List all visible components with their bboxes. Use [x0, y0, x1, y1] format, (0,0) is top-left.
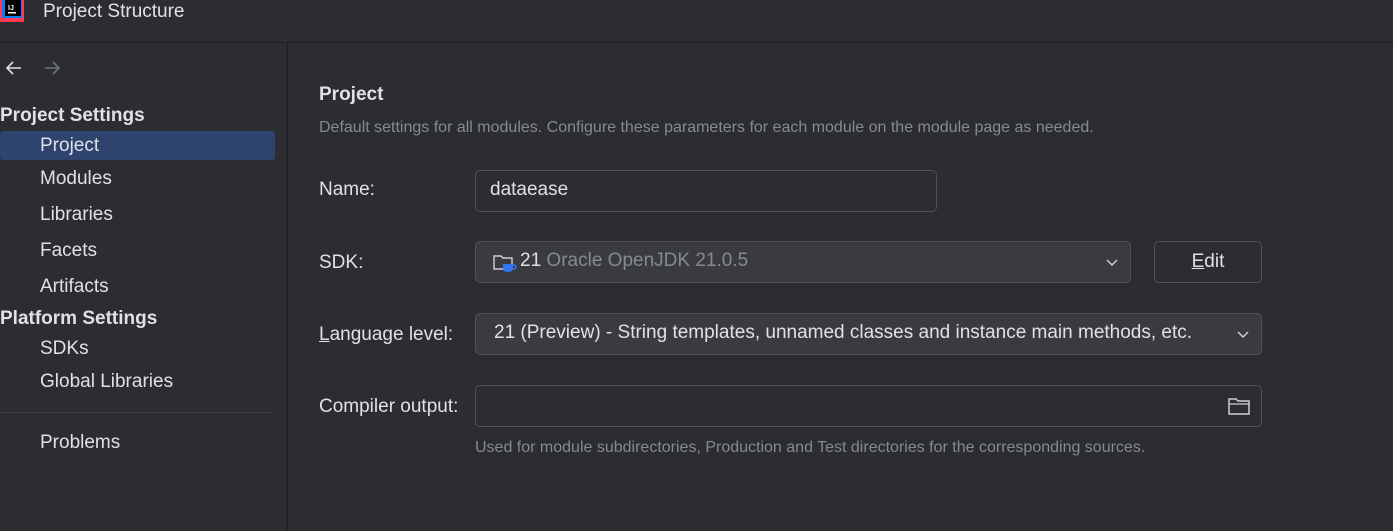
jdk-folder-icon — [493, 255, 517, 272]
sidebar-item-label: Facets — [40, 240, 98, 261]
language-level-dropdown[interactable]: 21 (Preview) - String templates, unnamed… — [475, 313, 1262, 355]
sidebar-divider — [0, 412, 272, 413]
sidebar-item-modules[interactable]: Modules — [0, 164, 275, 193]
sidebar-item-label: Global Libraries — [40, 371, 174, 392]
page-title: Project — [319, 84, 384, 105]
compiler-output-field[interactable] — [475, 385, 1262, 427]
chevron-down-icon — [1106, 259, 1118, 267]
project-settings-panel: Project Default settings for all modules… — [288, 43, 1393, 531]
arrow-right-icon[interactable] — [41, 57, 63, 79]
compiler-output-hint: Used for module subdirectories, Producti… — [475, 439, 1146, 456]
sidebar-item-label: Artifacts — [40, 276, 109, 297]
sdk-dropdown[interactable]: 21 Oracle OpenJDK 21.0.5 — [475, 241, 1131, 283]
name-label: Name: — [319, 179, 375, 200]
sidebar-item-global-libraries[interactable]: Global Libraries — [0, 367, 275, 396]
page-description: Default settings for all modules. Config… — [319, 119, 1094, 136]
sdk-major-version: 21 — [520, 250, 542, 271]
platform-settings-heading: Platform Settings — [0, 308, 158, 329]
sidebar-item-label: Modules — [40, 168, 112, 189]
folder-icon[interactable] — [1227, 396, 1251, 416]
sidebar: Project Settings Project Modules Librari… — [0, 43, 288, 531]
sidebar-item-artifacts[interactable]: Artifacts — [0, 272, 275, 301]
sidebar-item-label: SDKs — [40, 338, 89, 359]
intellij-idea-icon: IJ — [0, 0, 24, 22]
sidebar-item-project[interactable]: Project — [0, 131, 275, 160]
sidebar-item-facets[interactable]: Facets — [0, 236, 275, 265]
arrow-left-icon[interactable] — [3, 57, 25, 79]
name-field-value: dataease — [490, 179, 569, 200]
sdk-name: Oracle OpenJDK 21.0.5 — [546, 250, 749, 271]
edit-sdk-button[interactable]: Edit — [1154, 241, 1262, 283]
compiler-output-label: Compiler output: — [319, 396, 459, 417]
title-bar: IJ Project Structure — [0, 0, 1393, 43]
sidebar-item-problems[interactable]: Problems — [0, 428, 275, 457]
sidebar-item-label: Problems — [40, 432, 121, 453]
svg-text:IJ: IJ — [8, 5, 14, 12]
language-level-label: Language level: — [319, 324, 454, 345]
name-field[interactable]: dataease — [475, 170, 937, 212]
sidebar-item-libraries[interactable]: Libraries — [0, 200, 275, 229]
project-settings-heading: Project Settings — [0, 105, 145, 126]
sidebar-item-label: Project — [40, 135, 100, 156]
sdk-label: SDK: — [319, 252, 364, 273]
language-level-value: 21 (Preview) - String templates, unnamed… — [494, 322, 1193, 343]
sidebar-item-sdks[interactable]: SDKs — [0, 334, 275, 363]
sidebar-item-label: Libraries — [40, 204, 113, 225]
chevron-down-icon — [1237, 331, 1249, 339]
window-title: Project Structure — [43, 1, 185, 22]
